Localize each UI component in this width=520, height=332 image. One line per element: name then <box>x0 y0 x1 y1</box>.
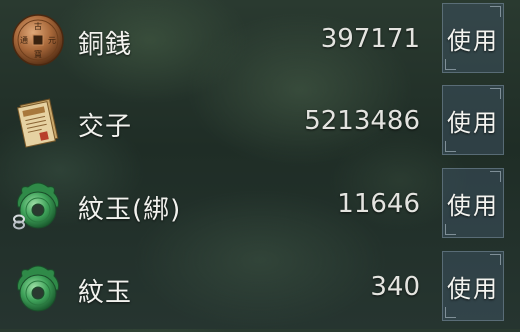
currency-name: 紋玉 <box>78 278 133 308</box>
currency-amount: 11646 <box>337 189 420 219</box>
use-button-jade[interactable]: 使用 <box>442 251 504 321</box>
currency-row-jade-bound: 紋玉(綁) 11646 使用 <box>0 165 520 249</box>
currency-row-jade: 紋玉 340 使用 <box>0 248 520 332</box>
svg-text:通: 通 <box>20 35 28 45</box>
jade-icon <box>17 265 59 312</box>
use-button-jiaozi[interactable]: 使用 <box>442 85 504 155</box>
currency-name: 交子 <box>78 112 133 142</box>
currency-name: 銅銭 <box>78 30 133 60</box>
currency-row-jiaozi: 交子 5213486 使用 <box>0 82 520 166</box>
svg-text:寶: 寶 <box>34 49 42 59</box>
currency-amount: 340 <box>370 272 420 302</box>
currency-amount: 5213486 <box>304 106 420 136</box>
currency-row-copper: 古 寶 通 元 銅銭 397171 使用 <box>0 0 520 84</box>
use-button-jade-bound[interactable]: 使用 <box>442 168 504 238</box>
svg-text:古: 古 <box>34 21 42 31</box>
paper-money-icon <box>17 98 59 148</box>
svg-text:元: 元 <box>48 36 56 45</box>
currency-name: 紋玉(綁) <box>78 195 182 225</box>
use-button-copper[interactable]: 使用 <box>442 3 504 73</box>
jade-bound-icon <box>13 182 59 230</box>
copper-coin-icon: 古 寶 通 元 <box>12 14 64 66</box>
currency-amount: 397171 <box>320 24 420 54</box>
